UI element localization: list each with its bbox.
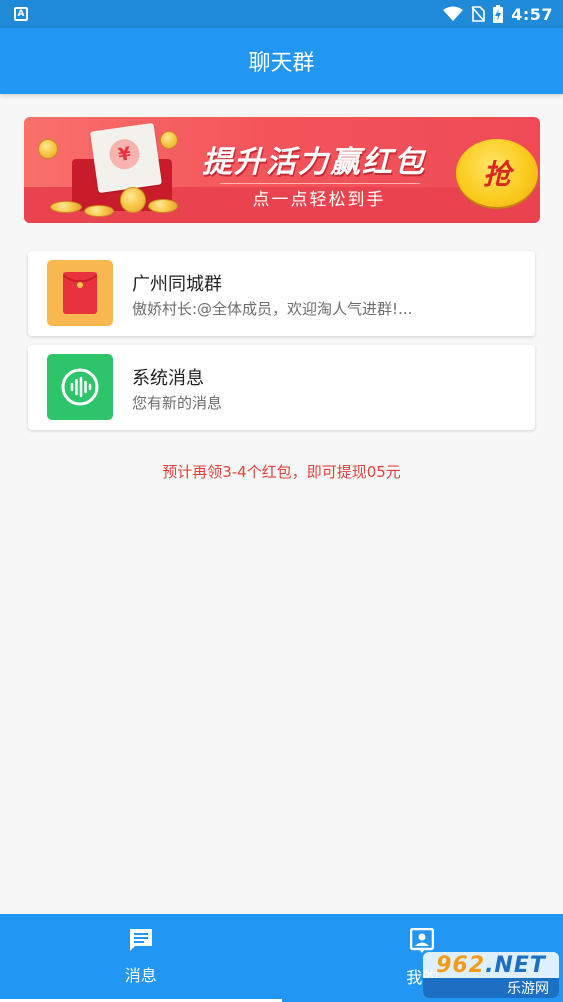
coin-icon xyxy=(148,199,178,213)
page-title: 聊天群 xyxy=(248,51,315,76)
red-envelope-icon xyxy=(63,272,97,314)
watermark-text: 乐游网 xyxy=(423,978,559,998)
coin-icon xyxy=(38,139,58,159)
no-sim-icon xyxy=(471,6,486,22)
banner-divider xyxy=(220,183,420,184)
status-time: 4:57 xyxy=(511,4,553,24)
status-bar: A 4:57 xyxy=(0,0,563,28)
profile-icon xyxy=(410,928,435,953)
watermark-suffix: .NET xyxy=(485,952,546,978)
coin-icon xyxy=(120,187,146,213)
chat-avatar xyxy=(47,260,113,326)
coin-icon xyxy=(84,205,114,217)
envelope-illustration: ¥ xyxy=(89,122,163,194)
withdraw-tip: 预计再领3-4个红包，即可提现05元 xyxy=(162,463,401,481)
chat-preview: 您有新的消息 xyxy=(132,394,223,412)
banner-subtitle: 点一点轻松到手 xyxy=(252,190,386,210)
wifi-icon xyxy=(443,6,464,21)
yuan-icon: ¥ xyxy=(107,137,142,172)
battery-charging-icon xyxy=(493,5,504,23)
watermark-number: 962 xyxy=(436,952,486,978)
chat-avatar xyxy=(47,354,113,420)
notification-a-icon: A xyxy=(14,7,28,21)
chat-preview: 傲娇村长:@全体成员，欢迎淘人气进群!... xyxy=(132,300,413,318)
banner-title: 提升活力赢红包 xyxy=(202,145,426,180)
grab-button[interactable]: 抢 xyxy=(456,139,538,207)
coin-icon xyxy=(50,201,82,213)
chat-name: 广州同城群 xyxy=(132,274,222,295)
app-bar: 聊天群 xyxy=(0,28,563,94)
chat-item-system-messages[interactable]: 系统消息 您有新的消息 xyxy=(28,345,535,430)
site-watermark: 962 .NET 乐游网 xyxy=(423,952,559,998)
chat-item-guangzhou-group[interactable]: 广州同城群 傲娇村长:@全体成员，欢迎淘人气进群!... xyxy=(28,251,535,336)
nav-label: 消息 xyxy=(124,966,157,985)
promo-banner[interactable]: ¥ 提升活力赢红包 点一点轻松到手 抢 xyxy=(24,117,540,223)
nav-tab-messages[interactable]: 消息 xyxy=(0,914,282,1002)
chat-icon xyxy=(129,929,152,951)
chat-name: 系统消息 xyxy=(132,368,204,389)
voice-wave-icon xyxy=(61,368,99,406)
